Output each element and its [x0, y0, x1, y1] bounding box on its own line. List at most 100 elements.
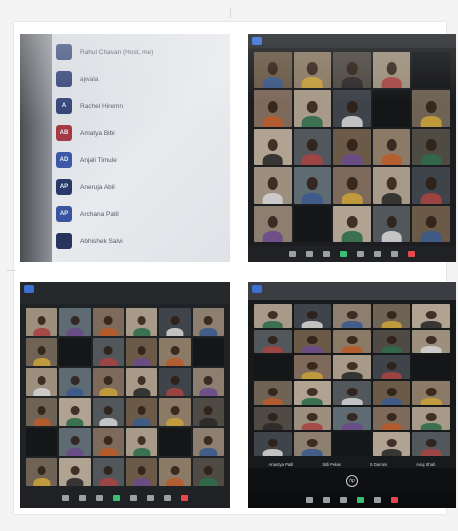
video-tile[interactable]	[254, 52, 292, 89]
video-tile[interactable]	[333, 406, 371, 431]
video-tile[interactable]	[333, 304, 371, 328]
video-tile[interactable]	[412, 380, 450, 405]
video-tile[interactable]	[59, 398, 91, 426]
video-tile[interactable]	[293, 52, 332, 89]
video-tile[interactable]	[293, 128, 332, 166]
video-tile[interactable]	[333, 90, 371, 127]
video-tile[interactable]	[372, 304, 411, 328]
video-tile[interactable]	[372, 380, 411, 405]
video-tile[interactable]	[372, 167, 411, 204]
video-tile[interactable]	[92, 398, 124, 426]
video-tile[interactable]	[126, 458, 158, 486]
video-tile[interactable]	[293, 167, 332, 204]
video-tile[interactable]	[126, 398, 158, 426]
video-tile[interactable]	[372, 128, 411, 166]
video-tile[interactable]	[412, 406, 450, 431]
video-tile[interactable]	[192, 398, 224, 426]
toolbar-button[interactable]	[113, 495, 120, 501]
toolbar-button[interactable]	[130, 495, 137, 501]
video-tile[interactable]	[333, 52, 371, 89]
video-tile[interactable]	[59, 368, 91, 396]
video-tile[interactable]	[126, 428, 158, 456]
video-tile[interactable]	[412, 329, 450, 354]
video-tile[interactable]	[372, 52, 411, 89]
video-tile[interactable]	[412, 128, 450, 166]
toolbar-button[interactable]	[164, 495, 171, 501]
video-tile[interactable]	[293, 432, 332, 456]
video-tile[interactable]	[192, 428, 224, 456]
participant-row[interactable]: AP Archana Patil	[56, 204, 119, 224]
video-tile[interactable]	[254, 128, 292, 166]
participant-row[interactable]: A Rachel Hiremn	[56, 96, 123, 116]
video-tile[interactable]	[26, 308, 58, 336]
video-tile[interactable]	[293, 304, 332, 328]
toolbar-button[interactable]	[408, 251, 415, 257]
video-tile[interactable]	[59, 458, 91, 486]
toolbar-button[interactable]	[289, 251, 296, 257]
video-tile[interactable]	[92, 458, 124, 486]
video-tile[interactable]	[159, 308, 191, 336]
video-tile[interactable]	[26, 338, 58, 366]
video-tile[interactable]	[126, 368, 158, 396]
video-tile[interactable]	[412, 52, 450, 89]
toolbar-button[interactable]	[181, 495, 188, 501]
video-tile[interactable]	[92, 338, 124, 366]
video-tile[interactable]	[92, 368, 124, 396]
video-tile[interactable]	[159, 428, 191, 456]
video-tile[interactable]	[26, 458, 58, 486]
video-tile[interactable]	[293, 329, 332, 354]
video-tile[interactable]	[333, 167, 371, 204]
video-tile[interactable]	[254, 380, 292, 405]
toolbar-button[interactable]	[147, 495, 154, 501]
video-tile[interactable]	[254, 90, 292, 127]
video-tile[interactable]	[333, 355, 371, 379]
toolbar-button[interactable]	[340, 251, 347, 257]
video-tile[interactable]	[192, 368, 224, 396]
toolbar-button[interactable]	[79, 495, 86, 501]
video-tile[interactable]	[26, 428, 58, 456]
video-tile[interactable]	[293, 90, 332, 127]
video-tile[interactable]	[293, 355, 332, 379]
participant-row[interactable]: Abhishek Salvi	[56, 231, 123, 251]
video-tile[interactable]	[92, 428, 124, 456]
participant-row[interactable]: Rahul Chavan (Host, me)	[56, 42, 153, 62]
toolbar-button[interactable]	[357, 497, 364, 503]
video-tile[interactable]	[412, 167, 450, 204]
video-tile[interactable]	[333, 432, 371, 456]
video-tile[interactable]	[192, 338, 224, 366]
video-tile[interactable]	[412, 90, 450, 127]
video-tile[interactable]	[293, 406, 332, 431]
toolbar-button[interactable]	[357, 251, 364, 257]
video-tile[interactable]	[254, 406, 292, 431]
video-tile[interactable]	[254, 205, 292, 242]
video-tile[interactable]	[372, 205, 411, 242]
video-tile[interactable]	[333, 329, 371, 354]
video-tile[interactable]	[254, 167, 292, 204]
toolbar-button[interactable]	[323, 497, 330, 503]
toolbar-button[interactable]	[374, 251, 381, 257]
video-tile[interactable]	[126, 338, 158, 366]
video-tile[interactable]	[372, 432, 411, 456]
toolbar-button[interactable]	[391, 251, 398, 257]
toolbar-button[interactable]	[323, 251, 330, 257]
video-tile[interactable]	[59, 428, 91, 456]
video-tile[interactable]	[293, 380, 332, 405]
video-tile[interactable]	[192, 308, 224, 336]
video-tile[interactable]	[254, 355, 292, 379]
video-tile[interactable]	[412, 432, 450, 456]
participant-row[interactable]: ajwala	[56, 69, 98, 89]
video-tile[interactable]	[92, 308, 124, 336]
video-tile[interactable]	[372, 406, 411, 431]
video-tile[interactable]	[333, 128, 371, 166]
video-tile[interactable]	[159, 398, 191, 426]
toolbar-button[interactable]	[306, 497, 313, 503]
participant-row[interactable]: AD Anjali Timule	[56, 150, 117, 170]
toolbar-button[interactable]	[96, 495, 103, 501]
video-tile[interactable]	[293, 205, 332, 242]
video-tile[interactable]	[159, 338, 191, 366]
video-tile[interactable]	[333, 205, 371, 242]
participant-row[interactable]: AP Aneruja Abil	[56, 177, 115, 197]
video-tile[interactable]	[59, 308, 91, 336]
toolbar-button[interactable]	[306, 251, 313, 257]
toolbar-button[interactable]	[391, 497, 398, 503]
